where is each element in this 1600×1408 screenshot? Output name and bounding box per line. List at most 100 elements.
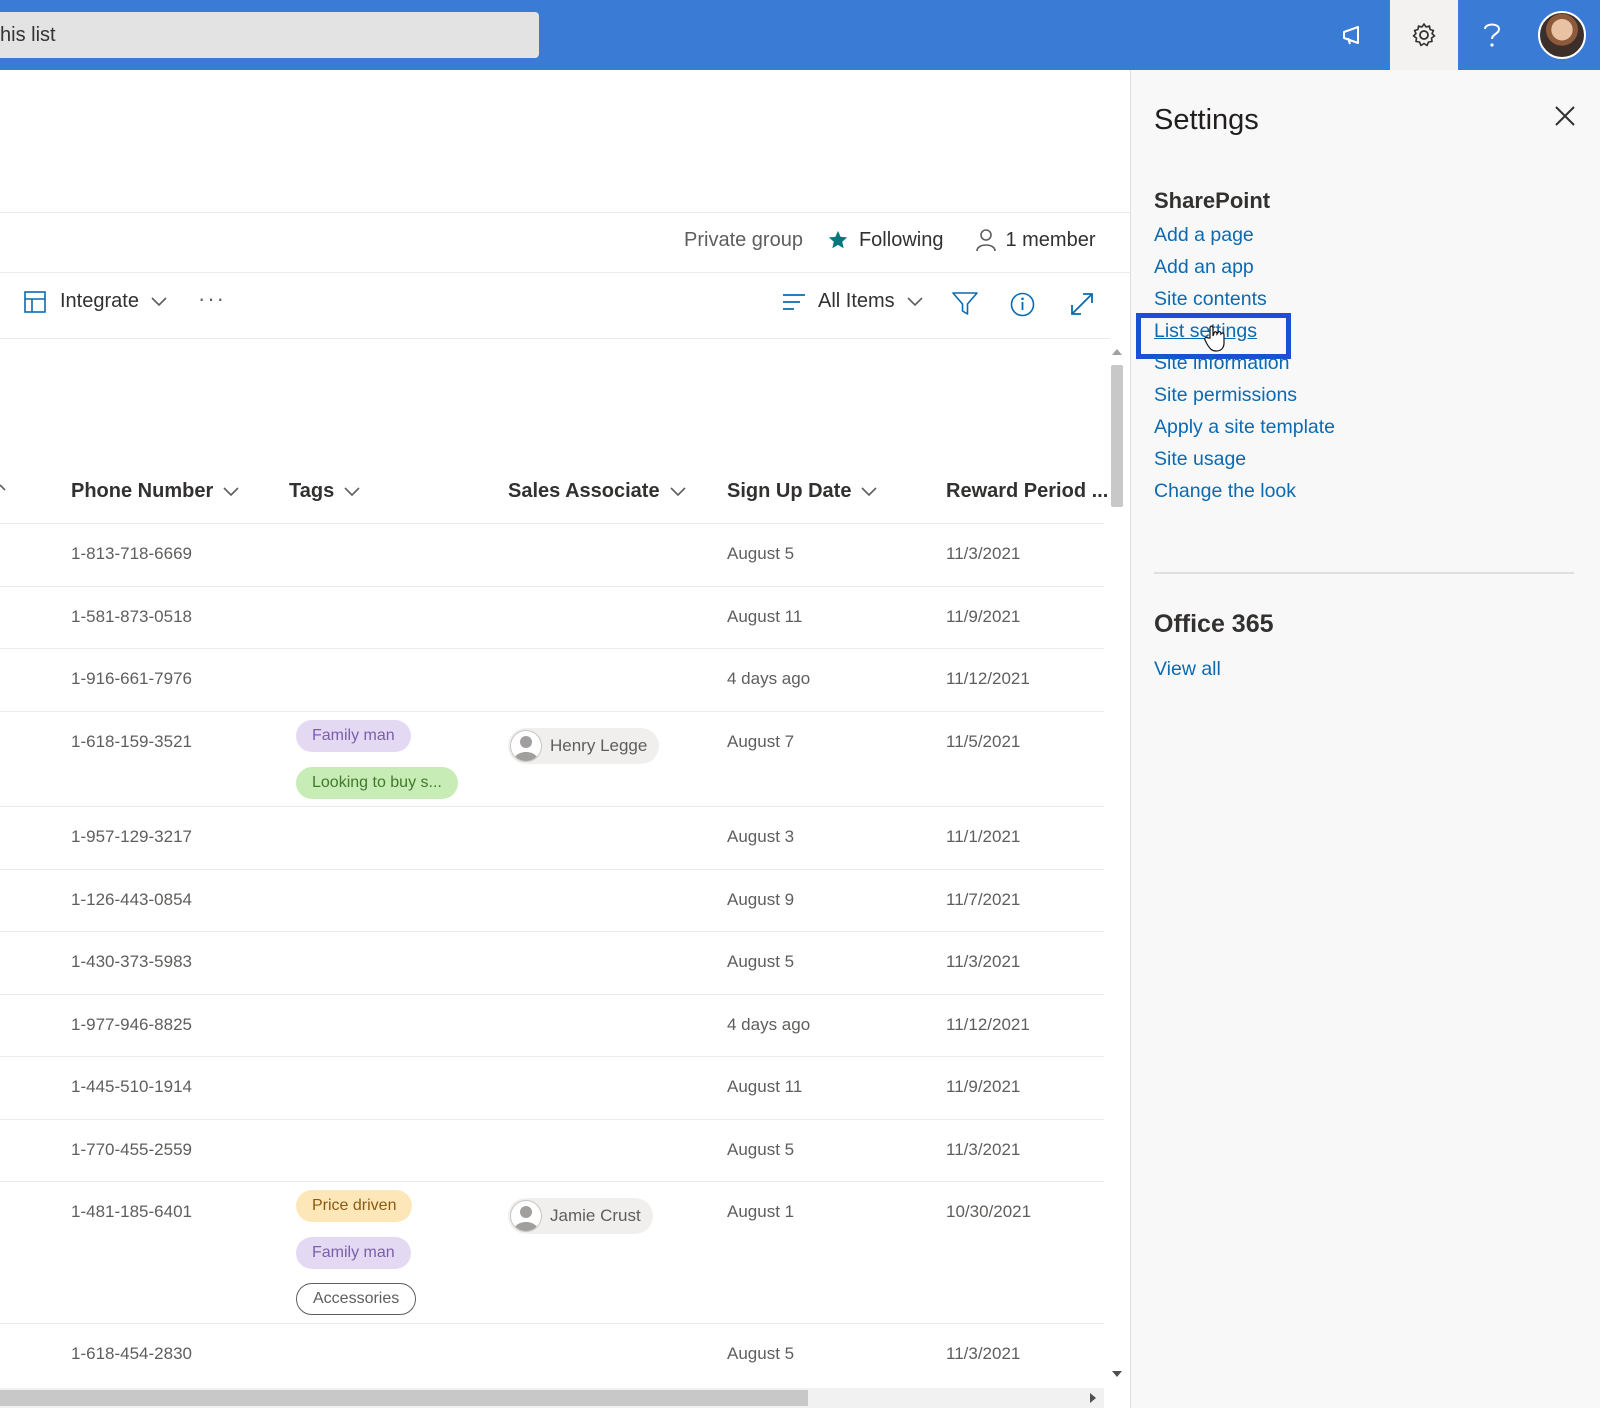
tag-pill[interactable]: Family man <box>296 720 411 752</box>
close-icon[interactable] <box>1551 102 1579 130</box>
following-label: Following <box>858 228 944 251</box>
table-row[interactable]: 1-618-159-3521 Family man Looking to buy… <box>0 712 1104 807</box>
scroll-right-icon[interactable] <box>1090 1393 1097 1403</box>
signup-date-cell: August 11 <box>727 607 803 626</box>
table-row[interactable]: 1-618-454-2830 August 5 11/3/2021 <box>0 1324 1104 1386</box>
chevron-down-icon <box>0 484 6 491</box>
column-header-label: Sales Associate <box>508 480 660 502</box>
column-header-tags[interactable]: Tags <box>289 480 360 503</box>
help-icon[interactable] <box>1458 0 1526 70</box>
reward-period-cell: 11/9/2021 <box>946 607 1021 626</box>
column-header-label: Tags <box>289 480 335 502</box>
person-name: Jamie Crust <box>550 1206 641 1225</box>
table-row[interactable]: 1-581-873-0518 August 11 11/9/2021 <box>0 587 1104 649</box>
column-header-sales-associate[interactable]: Sales Associate <box>508 480 686 503</box>
tag-pill[interactable]: Looking to buy s... <box>296 767 458 799</box>
signup-date-cell: August 1 <box>727 1202 795 1221</box>
reward-period-cell: 11/3/2021 <box>946 1344 1021 1363</box>
site-permissions-link[interactable]: Site permissions <box>1154 384 1297 407</box>
table-row[interactable]: 1-430-373-5983 August 5 11/3/2021 <box>0 932 1104 995</box>
phone-cell: 1-618-159-3521 <box>71 732 192 751</box>
column-header-sign-up-date[interactable]: Sign Up Date <box>727 480 878 503</box>
follow-button[interactable]: Following <box>827 229 943 252</box>
view-selector[interactable]: All Items <box>782 290 923 313</box>
search-input[interactable]: his list <box>0 12 539 58</box>
table-row[interactable]: 1-445-510-1914 August 11 11/9/2021 <box>0 1057 1104 1120</box>
tag-pill[interactable]: Price driven <box>296 1190 413 1222</box>
person-chip[interactable]: Jamie Crust <box>508 1198 653 1234</box>
expand-icon[interactable] <box>1070 292 1094 316</box>
integrate-label: Integrate <box>60 290 139 312</box>
table-row[interactable]: 1-977-946-8825 4 days ago 11/12/2021 <box>0 995 1104 1057</box>
megaphone-icon[interactable] <box>1320 0 1388 70</box>
group-privacy: Private group <box>684 228 803 251</box>
column-header-phone-number[interactable]: Phone Number <box>71 480 239 503</box>
signup-date-cell: August 5 <box>727 952 795 971</box>
signup-date-cell: August 5 <box>727 1344 795 1363</box>
table-row[interactable]: 1-957-129-3217 August 3 11/1/2021 <box>0 807 1104 870</box>
chevron-down-icon <box>907 296 923 306</box>
integrate-icon <box>24 290 46 313</box>
members-label: 1 member <box>1005 228 1096 251</box>
site-usage-link[interactable]: Site usage <box>1154 448 1246 471</box>
phone-cell: 1-481-185-6401 <box>71 1202 192 1221</box>
phone-cell: 1-581-873-0518 <box>71 607 192 626</box>
tag-pill[interactable]: Accessories <box>296 1283 417 1315</box>
phone-cell: 1-445-510-1914 <box>71 1077 192 1096</box>
filter-icon[interactable] <box>952 292 978 316</box>
column-header-partial[interactable] <box>0 480 10 492</box>
avatar[interactable] <box>1538 11 1586 59</box>
table-row[interactable]: 1-770-455-2559 August 5 11/3/2021 <box>0 1120 1104 1182</box>
add-page-link[interactable]: Add a page <box>1154 224 1254 247</box>
person-avatar-icon <box>510 1200 542 1232</box>
vertical-scrollbar[interactable] <box>1108 343 1126 1383</box>
signup-date-cell: August 9 <box>727 890 795 909</box>
office-365-heading: Office 365 <box>1154 610 1274 638</box>
signup-date-cell: 4 days ago <box>727 669 811 688</box>
group-info: Private group Following 1 member <box>684 228 1095 252</box>
table-row[interactable]: 1-813-718-6669 August 5 11/3/2021 <box>0 524 1104 587</box>
person-icon <box>976 229 997 252</box>
more-options-button[interactable]: ··· <box>198 286 226 312</box>
site-contents-link[interactable]: Site contents <box>1154 288 1267 311</box>
table-row[interactable]: 1-126-443-0854 August 9 11/7/2021 <box>0 870 1104 932</box>
scroll-down-icon[interactable] <box>1112 1371 1122 1378</box>
phone-cell: 1-957-129-3217 <box>71 827 192 846</box>
reward-period-cell: 11/7/2021 <box>946 890 1021 909</box>
site-information-link[interactable]: Site information <box>1154 352 1289 375</box>
divider <box>0 272 1130 273</box>
horizontal-scrollbar[interactable] <box>0 1388 1104 1408</box>
suite-bar: his list <box>0 0 1600 70</box>
person-chip[interactable]: Henry Legge <box>508 728 660 764</box>
vertical-scroll-thumb[interactable] <box>1111 365 1123 507</box>
tag-pill[interactable]: Family man <box>296 1237 411 1269</box>
horizontal-scroll-thumb[interactable] <box>0 1390 808 1406</box>
divider <box>0 212 1130 213</box>
table-row[interactable]: 1-481-185-6401 Price driven Family man A… <box>0 1182 1104 1324</box>
reward-period-cell: 10/30/2021 <box>946 1202 1032 1221</box>
column-header-reward-period[interactable]: Reward Period ... <box>946 480 1108 503</box>
phone-cell: 1-916-661-7976 <box>71 669 192 688</box>
reward-period-cell: 11/3/2021 <box>946 1140 1021 1159</box>
column-header-label: Sign Up Date <box>727 480 852 502</box>
integrate-button[interactable]: Integrate <box>24 290 167 313</box>
table-row[interactable]: 1-916-661-7976 4 days ago 11/12/2021 <box>0 649 1104 712</box>
info-icon[interactable] <box>1010 292 1035 317</box>
divider <box>1154 572 1574 574</box>
change-the-look-link[interactable]: Change the look <box>1154 480 1296 503</box>
add-app-link[interactable]: Add an app <box>1154 256 1254 279</box>
chevron-down-icon <box>223 486 239 496</box>
chevron-down-icon <box>861 486 878 496</box>
column-header-label: Reward Period ... <box>946 480 1109 502</box>
chevron-down-icon <box>344 486 360 496</box>
reward-period-cell: 11/1/2021 <box>946 827 1021 846</box>
view-all-link[interactable]: View all <box>1154 658 1221 681</box>
settings-panel: Settings SharePoint Add a page Add an ap… <box>1130 70 1600 1408</box>
gear-icon[interactable] <box>1390 0 1458 70</box>
scroll-up-icon[interactable] <box>1112 348 1122 355</box>
apply-site-template-link[interactable]: Apply a site template <box>1154 416 1335 439</box>
phone-cell: 1-813-718-6669 <box>71 544 192 563</box>
reward-period-cell: 11/12/2021 <box>946 1015 1030 1034</box>
members-button[interactable]: 1 member <box>975 228 1095 252</box>
hand-cursor-icon <box>1204 325 1225 352</box>
